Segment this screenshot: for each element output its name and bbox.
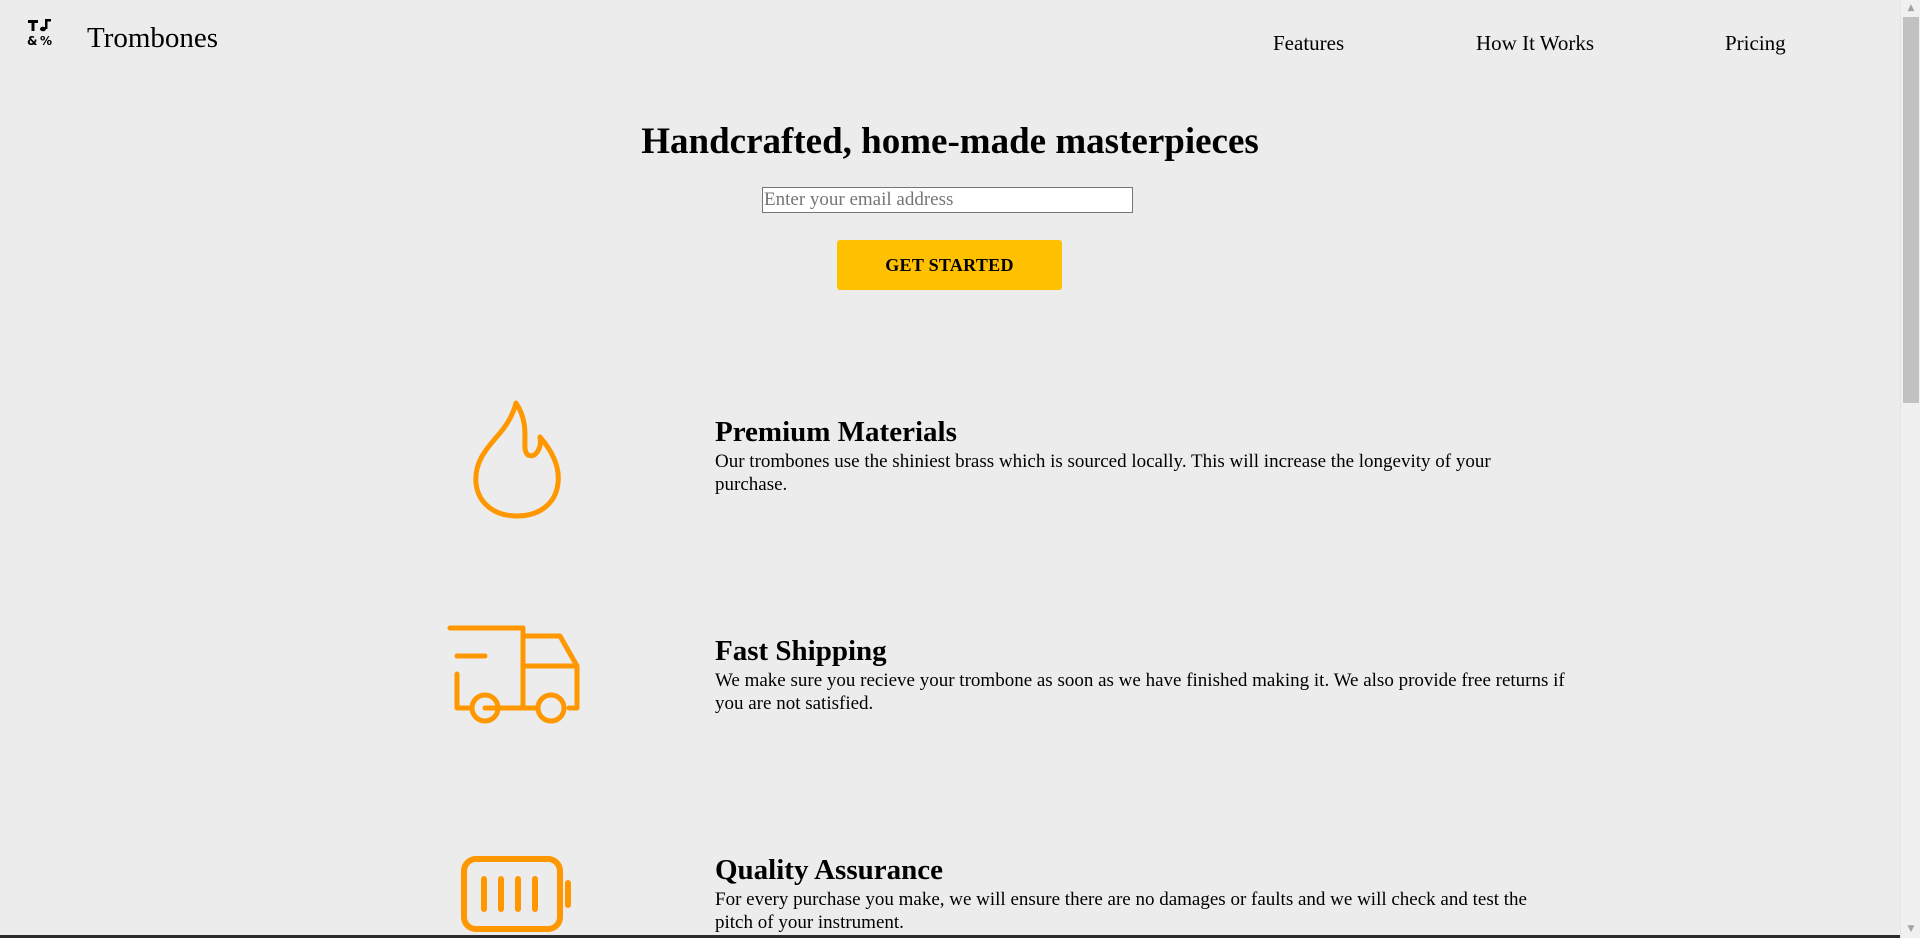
email-input[interactable] (762, 187, 1133, 213)
feature-description: We make sure you recieve your trombone a… (715, 670, 1565, 714)
feature-description: Our trombones use the shiniest brass whi… (715, 451, 1491, 495)
scroll-up-arrow-icon[interactable]: ▲ (1901, 0, 1920, 17)
scroll-down-arrow-icon[interactable]: ▼ (1901, 921, 1920, 938)
nav-link-features[interactable]: Features (1273, 29, 1344, 57)
feature-premium-materials: Premium Materials Our trombones use the … (0, 395, 1900, 525)
battery-full-icon (460, 855, 575, 938)
music-notes-icon[interactable]: & % (27, 18, 53, 48)
get-started-button[interactable]: GET STARTED (837, 240, 1062, 290)
hero-title: Handcrafted, home-made masterpieces (641, 121, 1259, 162)
brand-name: Trombones (87, 22, 219, 54)
feature-title: Fast Shipping (715, 635, 887, 667)
site-header: & % Trombones Features How It Works Pric… (0, 0, 1900, 80)
nav-link-how-it-works[interactable]: How It Works (1476, 29, 1594, 57)
svg-text:%: % (40, 34, 52, 48)
feature-fast-shipping: Fast Shipping We make sure you recieve y… (0, 614, 1900, 744)
flame-icon (470, 397, 564, 526)
delivery-truck-icon (445, 614, 581, 729)
svg-text:&: & (27, 34, 37, 48)
vertical-scrollbar[interactable]: ▲ ▼ (1900, 0, 1920, 938)
feature-quality-assurance: Quality Assurance For every purchase you… (0, 833, 1900, 938)
nav-link-pricing[interactable]: Pricing (1725, 29, 1786, 57)
feature-title: Premium Materials (715, 416, 957, 448)
feature-description: For every purchase you make, we will ens… (715, 889, 1527, 933)
scroll-thumb[interactable] (1903, 17, 1919, 403)
page: & % Trombones Features How It Works Pric… (0, 0, 1900, 938)
feature-title: Quality Assurance (715, 854, 943, 886)
